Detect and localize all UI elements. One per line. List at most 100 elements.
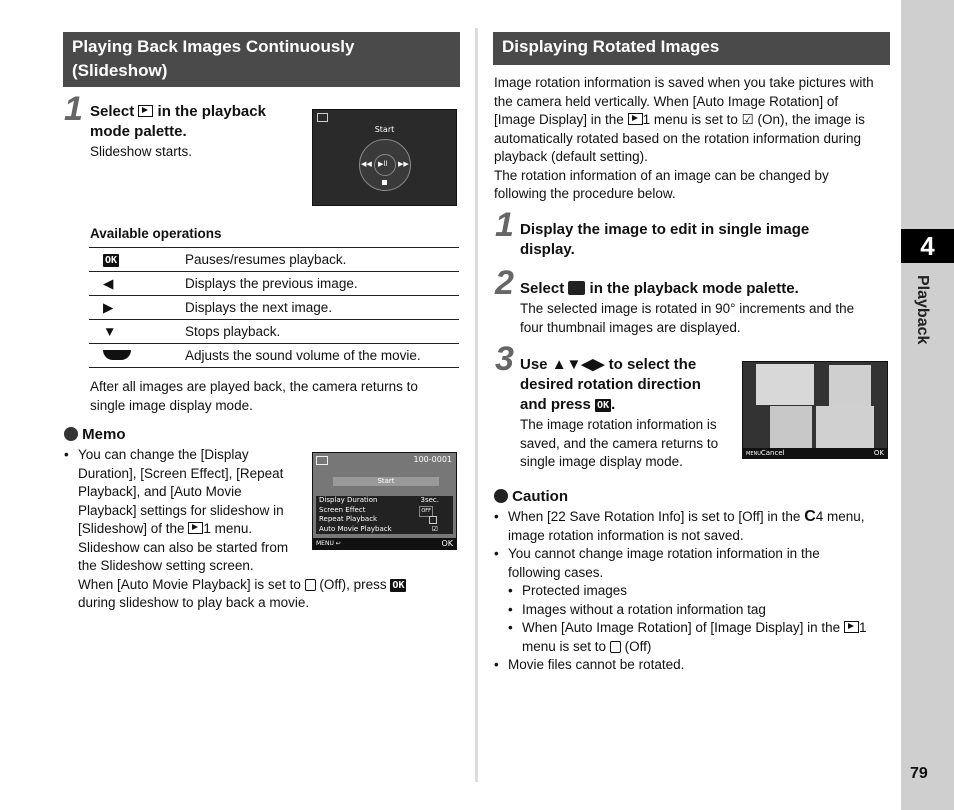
rotation-select-screen: MENUCancel OK (742, 361, 888, 459)
text-line: Images without a rotation information ta… (522, 601, 766, 617)
caution-icon (494, 489, 508, 503)
caution-sub-bullet: When [Auto Image Rotation] of [Image Dis… (508, 619, 894, 656)
text-line: After all images are played back, the ca… (90, 379, 418, 394)
rewind-icon: ◀◀ (361, 160, 372, 168)
thumbnail-rotate-right[interactable] (816, 406, 874, 449)
ok-label: OK (441, 539, 453, 548)
right-arrow-icon: ▶ (89, 295, 185, 320)
text-line: Playback] settings for slideshow in (78, 502, 284, 518)
settings-panel: Display Duration 3sec. Screen Effect OFF R… (316, 496, 453, 534)
text-line: automatically rotated based on the rotat… (494, 130, 861, 146)
text-line: You cannot change image rotation informa… (508, 546, 820, 561)
text-line: the Slideshow setting screen. (78, 558, 254, 573)
text-line: Use (520, 356, 548, 373)
text-line: image rotation information is not saved. (508, 527, 744, 543)
ok-button-icon: OK (103, 254, 120, 267)
operations-table: OK Pauses/resumes playback. ◀ Displays the… (89, 247, 459, 368)
setting-name: Auto Movie Playback (319, 524, 392, 533)
setting-row[interactable]: Screen Effect OFF (319, 505, 453, 517)
caution-bullet: When [22 Save Rotation Info] is set to [… (494, 508, 894, 545)
text-line: Image rotation information is saved when… (494, 75, 874, 90)
cancel-label[interactable]: Cancel (761, 449, 785, 457)
text-line: 1 (858, 620, 867, 635)
text-line: The rotation information of an image can… (494, 167, 829, 183)
setting-row[interactable]: Display Duration 3sec. (319, 496, 453, 506)
stop-icon (382, 180, 387, 185)
text-line: Movie files cannot be rotated. (508, 657, 685, 672)
thumbnail-original[interactable] (756, 364, 814, 405)
operation-desc: Displays the next image. (185, 295, 459, 320)
text-line: You can change the [Display (78, 447, 249, 462)
text-line: single image display mode. (90, 397, 253, 413)
operation-desc: Displays the previous image. (185, 271, 459, 296)
menu-label: MENU (316, 540, 334, 547)
chapter-label: Playback (914, 275, 931, 345)
column-divider (475, 28, 478, 782)
text-line: [Image Display] in the (494, 112, 624, 127)
rot-step2-body: The selected image is rotated in 90° inc… (520, 300, 854, 337)
text-line: to select the (608, 356, 697, 373)
checkbox-unchecked-icon[interactable] (429, 516, 437, 524)
checkbox-off-icon (609, 640, 621, 653)
text-line: and press (520, 396, 591, 413)
text-line: menu is set to (522, 638, 607, 654)
screen-footer: MENUCancel OK (743, 448, 887, 458)
memo-icon (64, 427, 78, 441)
setting-row[interactable]: Repeat Playback (319, 515, 453, 525)
text-line: (Off) (624, 638, 652, 654)
text-line: the camera held vertically. When [Auto I… (494, 93, 839, 109)
start-label: Start (374, 125, 395, 134)
text-line: four thumbnail images are displayed. (520, 319, 741, 335)
caution-bullet: You cannot change image rotation informa… (494, 545, 894, 656)
step-number: 1 (64, 90, 83, 128)
section-header-slideshow: Playing Back Images Continuously (Slides… (63, 32, 460, 87)
text-line: following the procedure below. (494, 186, 676, 201)
text-line: The image rotation information is (520, 417, 717, 432)
checkbox-on-icon: ☑ (741, 112, 754, 127)
caution-title: Caution (512, 488, 568, 505)
caution-heading: Caution (494, 488, 568, 505)
setting-row[interactable]: Auto Movie Playback ☑ (319, 525, 453, 535)
operation-desc: Stops playback. (185, 319, 459, 344)
text-line: Duration], [Screen Effect], [Repeat (78, 465, 284, 481)
slideshow-settings-screen: 100-0001 Start Display Duration 3sec. Scr… (312, 452, 457, 550)
table-row: ▼ Stops playback. (89, 319, 459, 344)
text-line: saved, and the camera returns to (520, 435, 719, 451)
caution-bullet: Movie files cannot be rotated. (494, 656, 894, 675)
side-tab (901, 0, 954, 810)
playback-menu-icon (188, 522, 204, 534)
checkbox-off-icon (304, 578, 316, 591)
text-line: (On), the image is (757, 112, 865, 127)
text-line: display. (520, 241, 575, 258)
text-line: 1 menu. (203, 521, 253, 536)
table-row: OK Pauses/resumes playback. (89, 247, 459, 272)
memo-heading: Memo (64, 426, 126, 443)
table-row: ▶ Displays the next image. (89, 295, 459, 320)
step-title-text: mode palette. (90, 123, 187, 140)
text-line: Playback], and [Auto Movie (78, 484, 242, 499)
arrow-keys-icon: ▲▼◀▶ (551, 356, 605, 373)
rot-step3-title: Use ▲▼◀▶ to select the desired rotation … (520, 356, 701, 413)
text-line: following cases. (508, 564, 604, 580)
start-button[interactable]: Start (333, 477, 439, 486)
rot-step1-title: Display the image to edit in single imag… (520, 220, 809, 260)
setting-value: 3sec. (420, 496, 439, 504)
ok-button-icon: OK (595, 399, 612, 412)
fast-forward-icon: ▶▶ (398, 160, 409, 168)
section-title-line1: Playing Back Images Continuously (72, 37, 355, 56)
setting-name: Screen Effect (319, 505, 366, 514)
table-row: Adjusts the sound volume of the movie. (89, 343, 459, 368)
text-line: in the playback mode palette. (589, 280, 799, 297)
rear-dial-icon (103, 350, 131, 360)
caution-list: When [22 Save Rotation Info] is set to [… (494, 508, 894, 675)
file-number: 100-0001 (413, 455, 452, 464)
section-title-line2: (Slideshow) (72, 61, 168, 80)
checkbox-checked-icon[interactable]: ☑ (432, 525, 438, 535)
thumbnail-rotate-left[interactable] (829, 365, 871, 407)
ok-label[interactable]: OK (874, 448, 884, 458)
step-number: 1 (495, 206, 514, 244)
slideshow-icon (138, 105, 154, 117)
setting-name: Repeat Playback (319, 515, 378, 523)
step-number: 3 (495, 340, 514, 378)
thumbnail-rotate-180[interactable] (770, 406, 812, 449)
